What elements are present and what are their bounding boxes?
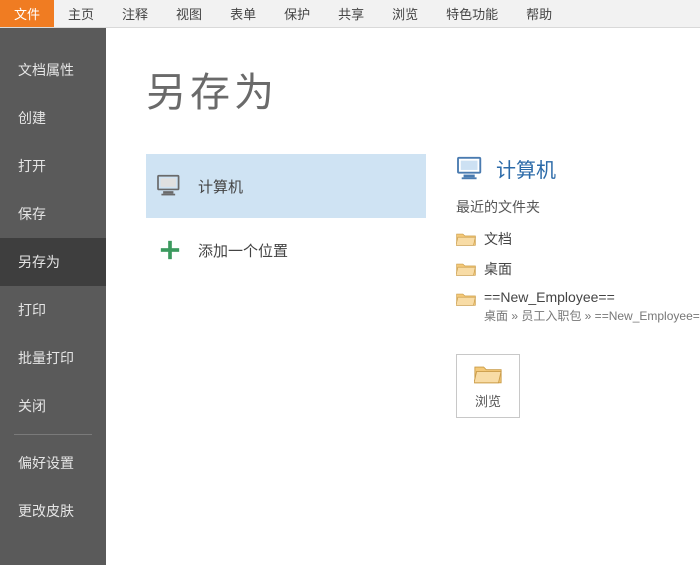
browse-label: 浏览 <box>475 391 501 410</box>
computer-icon <box>156 174 184 198</box>
folder-icon <box>456 231 476 247</box>
menu-item-3[interactable]: 视图 <box>162 0 216 27</box>
sidebar-item-4[interactable]: 另存为 <box>0 238 106 286</box>
details-header-label: 计算机 <box>496 154 556 183</box>
locations-list: 计算机添加一个位置 <box>146 154 426 565</box>
sidebar-item-7[interactable]: 关闭 <box>0 382 106 430</box>
recent-folder-1[interactable]: 桌面 <box>456 259 700 279</box>
location-label: 计算机 <box>198 176 243 197</box>
folder-icon <box>474 363 502 385</box>
sidebar: 文档属性创建打开保存另存为打印批量打印关闭偏好设置更改皮肤 <box>0 28 106 565</box>
sidebar-item-1[interactable]: 创建 <box>0 94 106 142</box>
recent-folders-list: 文档桌面 ==New_Employee== 桌面 » 员工入职包 » ==New_E… <box>456 229 700 324</box>
computer-icon <box>456 156 486 182</box>
sidebar-item-0[interactable]: 文档属性 <box>0 46 106 94</box>
details-header: 计算机 <box>456 154 700 183</box>
menu-item-8[interactable]: 特色功能 <box>432 0 512 27</box>
sidebar-footer-item-1[interactable]: 更改皮肤 <box>0 487 106 535</box>
folder-icon <box>456 291 476 307</box>
sidebar-item-6[interactable]: 批量打印 <box>0 334 106 382</box>
menu-item-7[interactable]: 浏览 <box>378 0 432 27</box>
recent-folder-2[interactable]: ==New_Employee== 桌面 » 员工入职包 » ==New_Emplo… <box>456 289 700 324</box>
menubar: 文件主页注释视图表单保护共享浏览特色功能帮助 <box>0 0 700 28</box>
sidebar-item-2[interactable]: 打开 <box>0 142 106 190</box>
sidebar-footer-item-0[interactable]: 偏好设置 <box>0 439 106 487</box>
location-item-1[interactable]: 添加一个位置 <box>146 218 426 282</box>
folder-name: 文档 <box>484 229 512 249</box>
menu-item-4[interactable]: 表单 <box>216 0 270 27</box>
sidebar-item-5[interactable]: 打印 <box>0 286 106 334</box>
menu-item-0[interactable]: 文件 <box>0 0 54 27</box>
details-pane: 计算机 最近的文件夹 文档桌面 ==New_Employee== 桌面 » 员工入职… <box>426 154 700 565</box>
sidebar-item-3[interactable]: 保存 <box>0 190 106 238</box>
recent-folder-0[interactable]: 文档 <box>456 229 700 249</box>
plus-icon <box>156 238 184 262</box>
menu-item-2[interactable]: 注释 <box>108 0 162 27</box>
sidebar-divider <box>14 434 92 435</box>
folder-path: 桌面 » 员工入职包 » ==New_Employee== <box>484 307 700 324</box>
folder-name: ==New_Employee== <box>484 289 700 305</box>
folder-name: 桌面 <box>484 259 512 279</box>
main-pane: 另存为 计算机添加一个位置 计算机 <box>106 28 700 565</box>
browse-button[interactable]: 浏览 <box>456 354 520 418</box>
menu-item-5[interactable]: 保护 <box>270 0 324 27</box>
menu-item-9[interactable]: 帮助 <box>512 0 566 27</box>
page-title: 另存为 <box>146 60 700 118</box>
location-label: 添加一个位置 <box>198 240 288 261</box>
recent-folders-label: 最近的文件夹 <box>456 197 700 217</box>
menu-item-6[interactable]: 共享 <box>324 0 378 27</box>
menu-item-1[interactable]: 主页 <box>54 0 108 27</box>
location-item-0[interactable]: 计算机 <box>146 154 426 218</box>
folder-icon <box>456 261 476 277</box>
